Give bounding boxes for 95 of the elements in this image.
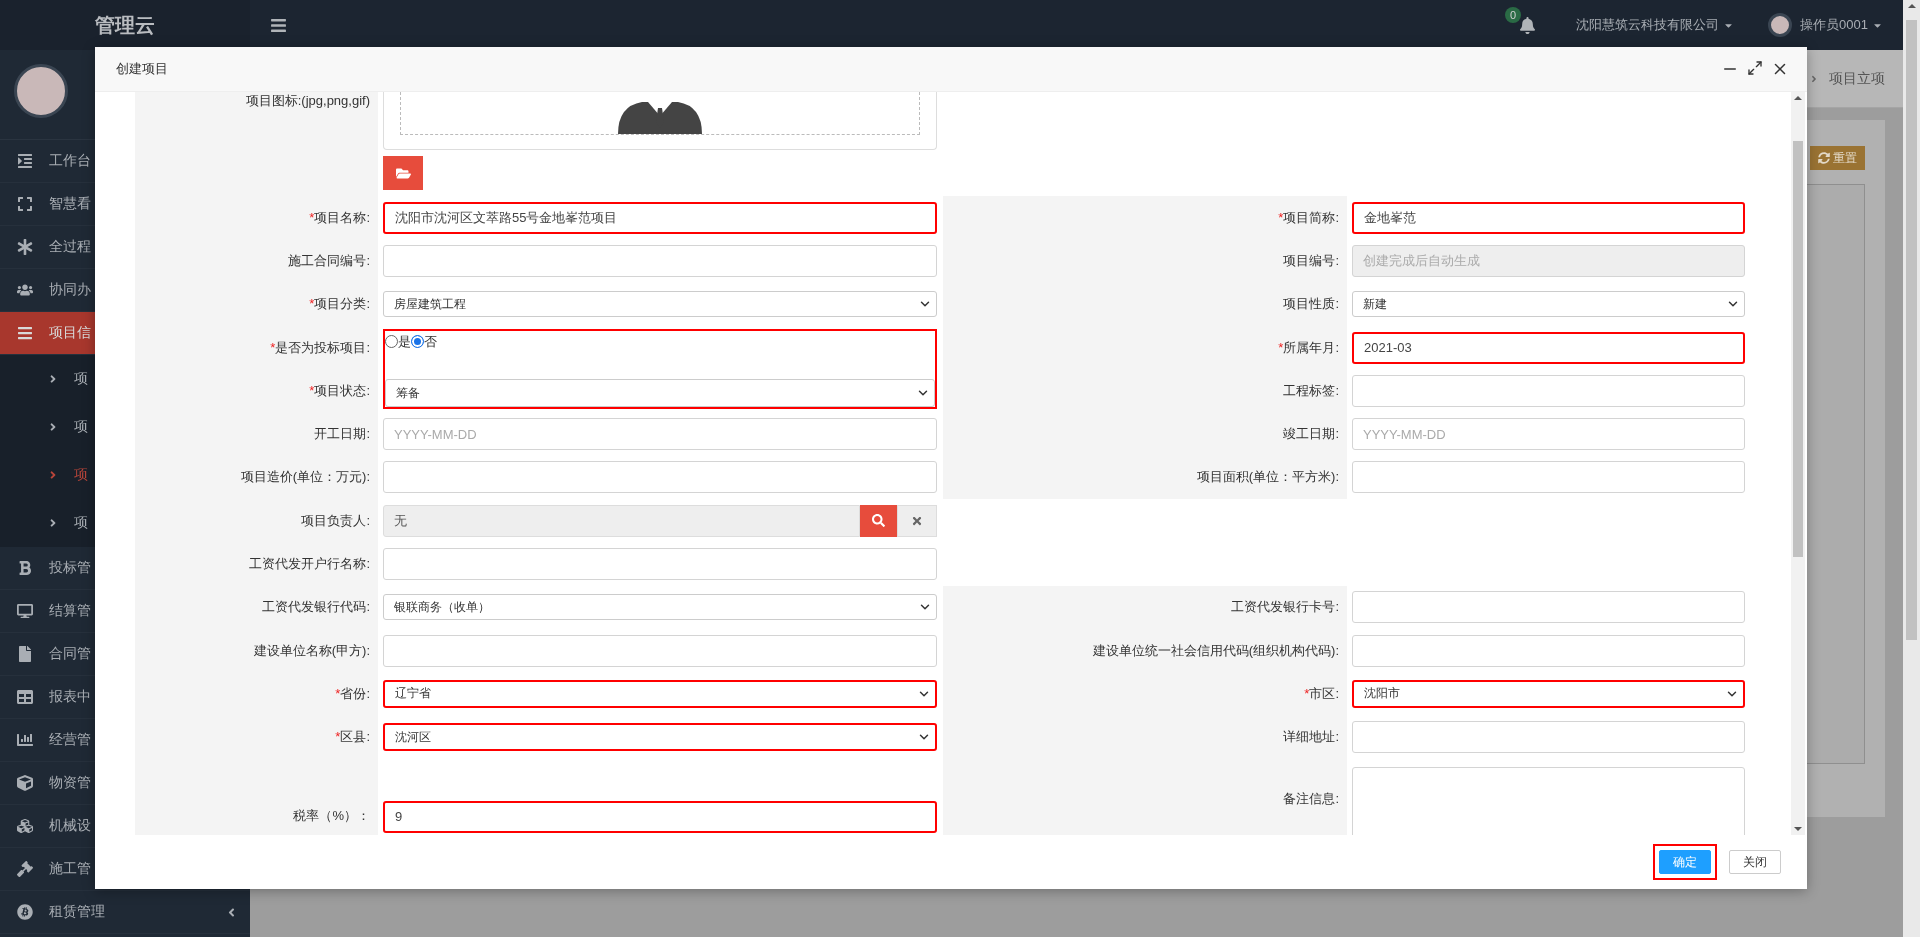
text-field[interactable]: 金地峯范 — [1352, 201, 1745, 234]
field-label: *省份: — [335, 684, 370, 703]
field-label: 工资代发银行代码: — [262, 598, 370, 617]
text-field[interactable] — [383, 461, 937, 494]
radio-button[interactable] — [411, 335, 424, 349]
field-label: 项目性质: — [1283, 295, 1339, 314]
chevron-right-icon — [48, 469, 58, 481]
text-field[interactable] — [383, 244, 937, 277]
search-button[interactable] — [860, 504, 897, 537]
field-label: 建设单位名称(甲方): — [253, 641, 370, 660]
field-label: 项目编号: — [1283, 251, 1339, 270]
app-logo: 管理云 — [95, 12, 155, 38]
field-label: 工资代发银行卡号: — [1231, 598, 1339, 617]
asterisk-icon — [15, 239, 35, 255]
field-label: *所属年月: — [1278, 338, 1339, 357]
field-label: *区县: — [335, 728, 370, 747]
monitor-icon — [15, 603, 35, 619]
field-label: 项目面积(单位：平方米): — [1196, 468, 1339, 487]
field-label: *项目简称: — [1278, 208, 1339, 227]
radio-button[interactable] — [385, 335, 398, 349]
scrollbar[interactable] — [1791, 92, 1805, 835]
frame-icon — [15, 196, 35, 212]
dropdown-field[interactable]: 新建 — [1352, 291, 1745, 318]
field-label: *是否为投标项目: — [270, 338, 370, 357]
text-field[interactable]: YYYY-MM-DD — [1352, 418, 1745, 451]
dropdown-field[interactable]: 辽宁省 — [383, 679, 937, 708]
field-label: 施工合同编号: — [288, 251, 370, 270]
chevron-right-icon — [1809, 73, 1819, 84]
field-label: *项目名称: — [309, 208, 370, 227]
field-label: 工程标签: — [1283, 381, 1339, 400]
field-label: 工资代发开户行名称: — [249, 555, 370, 573]
text-field[interactable] — [1352, 591, 1745, 624]
dialog-title: 创建项目 — [116, 60, 168, 78]
company-menu[interactable]: 沈阳慧筑云科技有限公司 — [1576, 16, 1735, 34]
breadcrumb-item[interactable]: 项目立项 — [1829, 69, 1885, 88]
dropdown-field[interactable]: 筹备 — [385, 379, 935, 408]
text-field[interactable]: 2021-03 — [1352, 331, 1745, 364]
cube-icon — [15, 775, 35, 791]
dropdown-field[interactable]: 沈河区 — [383, 723, 937, 752]
field-label: *项目状态: — [309, 381, 370, 400]
dropdown-field[interactable]: 银联商务（收单） — [383, 594, 937, 621]
user-menu[interactable]: 操作员0001 — [1800, 16, 1883, 34]
menu-icon — [15, 325, 35, 341]
bar-chart-icon — [15, 732, 35, 748]
text-field[interactable]: YYYY-MM-DD — [383, 418, 937, 451]
field-label: 税率（%）： — [293, 806, 370, 825]
menu-icon[interactable] — [270, 16, 287, 34]
text-field[interactable]: 沈阳市沈河区文萃路55号金地峯范项目 — [383, 201, 937, 234]
text-area[interactable] — [1352, 766, 1745, 835]
close-button[interactable]: 关闭 — [1729, 850, 1781, 874]
users-icon — [15, 282, 35, 298]
upload-button[interactable] — [383, 156, 423, 190]
text-field[interactable] — [1352, 374, 1745, 407]
chevron-right-icon — [48, 517, 58, 529]
dropdown-field[interactable]: 沈阳市 — [1352, 679, 1745, 708]
text-field[interactable]: 9 — [383, 800, 937, 833]
gavel-icon — [15, 861, 35, 877]
text-field[interactable] — [1352, 461, 1745, 494]
field-label: 项目负责人: — [301, 511, 370, 530]
radio-label: 是 — [398, 332, 411, 351]
chevron-right-icon — [48, 421, 58, 433]
chevron-right-icon — [48, 373, 58, 385]
maximize-icon[interactable] — [1747, 60, 1763, 78]
text-field[interactable] — [1352, 634, 1745, 667]
close-icon — [911, 514, 923, 527]
field-label: 详细地址: — [1283, 728, 1339, 747]
sidebar-item[interactable]: 租赁管理 — [0, 891, 250, 934]
avatar — [14, 64, 68, 118]
image-upload-area[interactable] — [383, 92, 937, 150]
avatar — [1768, 13, 1793, 37]
bitcoin-icon — [15, 904, 35, 920]
bell-icon[interactable] — [1519, 16, 1537, 34]
field-label: 备注信息: — [1283, 789, 1339, 808]
field-label: *市区: — [1304, 684, 1339, 703]
scrollbar[interactable] — [1903, 0, 1920, 937]
field-label: *项目分类: — [309, 295, 370, 314]
field-label: 开工日期: — [314, 425, 370, 444]
text-field[interactable] — [383, 634, 937, 667]
text-field[interactable]: 无 — [383, 504, 860, 537]
radio-label: 否 — [424, 332, 437, 351]
search-icon — [872, 514, 885, 528]
field-label: 建设单位统一社会信用代码(组织机构代码): — [1092, 641, 1339, 660]
notification-badge: 0 — [1505, 6, 1522, 23]
text-field[interactable] — [1352, 721, 1745, 754]
dropdown-field[interactable]: 房屋建筑工程 — [383, 291, 937, 318]
cubes-icon — [15, 818, 35, 834]
field-label: 竣工日期: — [1283, 425, 1339, 444]
indent-icon — [15, 153, 35, 169]
field-label: 项目图标:(jpg,png,gif) — [245, 92, 370, 110]
clear-button[interactable] — [897, 504, 937, 537]
field-label: 项目造价(单位：万元): — [240, 468, 370, 487]
text-field[interactable]: 创建完成后自动生成 — [1352, 244, 1745, 277]
refresh-icon — [1818, 152, 1830, 164]
text-field[interactable] — [383, 548, 937, 580]
table-icon — [15, 689, 35, 705]
